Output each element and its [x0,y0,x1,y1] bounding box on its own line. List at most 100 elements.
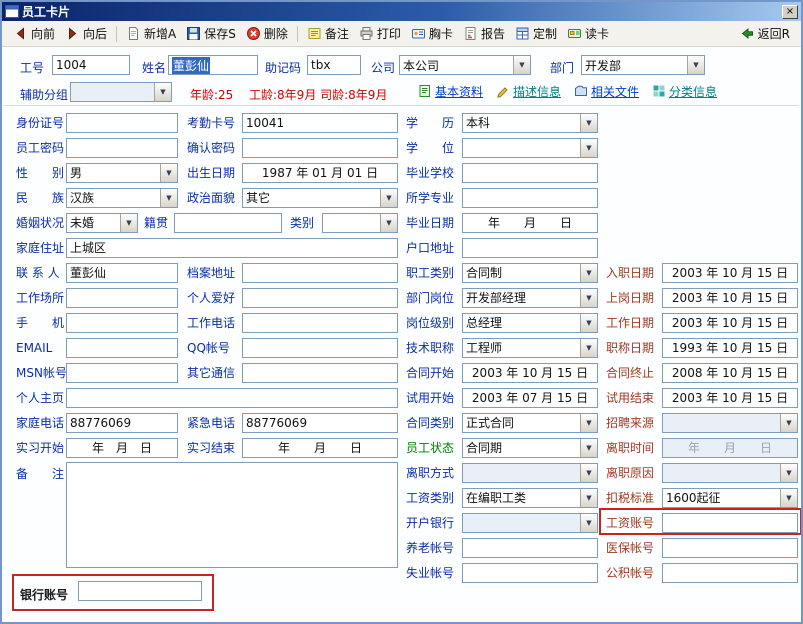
home-phone-input[interactable]: 88776069 [66,413,178,433]
degree-select-arrow-icon[interactable]: ▼ [580,139,597,157]
trial-end-field[interactable]: 2003 年 10 月 15 日 [662,388,798,408]
fund-account-input[interactable] [662,563,798,583]
mnemonic-input[interactable]: tbx [307,55,361,75]
tech-title-select-arrow-icon[interactable]: ▼ [580,339,597,357]
toolbar-return-button[interactable]: 返回R [735,23,795,44]
toolbar-next-button[interactable]: 向后 [60,23,112,44]
name-input[interactable]: 董彭仙 [168,55,258,75]
toolbar-custom-button[interactable]: 定制 [510,23,562,44]
contract-type-select-arrow-icon[interactable]: ▼ [580,414,597,432]
toolbar-note-button[interactable]: 备注 [302,23,354,44]
trial-start-field[interactable]: 2003 年 07 月 15 日 [462,388,598,408]
password-input[interactable] [66,138,178,158]
employee-status-select[interactable]: 合同期▼ [462,438,598,458]
gender-select-arrow-icon[interactable]: ▼ [160,164,177,182]
toolbar-readcard-button[interactable]: 读卡 [562,23,614,44]
salary-account-input[interactable] [662,513,798,533]
home-address-input[interactable]: 上城区 [66,238,398,258]
employee-category-select-arrow-icon[interactable]: ▼ [580,264,597,282]
aux-group-dropdown-arrow-icon[interactable]: ▼ [154,83,171,101]
unemployment-account-input[interactable] [462,563,598,583]
company-dropdown-arrow-icon[interactable]: ▼ [513,56,530,74]
post-date-field[interactable]: 2003 年 10 月 15 日 [662,288,798,308]
toolbar-badge-button[interactable]: 胸卡 [406,23,458,44]
dept-dropdown-arrow-icon[interactable]: ▼ [687,56,704,74]
msn-input[interactable] [66,363,178,383]
medical-account-input[interactable] [662,538,798,558]
toolbar-delete-button[interactable]: 删除 [241,23,293,44]
internship-start-field[interactable]: 年 月 日 [66,438,178,458]
tax-standard-select[interactable]: 1600起征▼ [662,488,798,508]
company-select[interactable]: 本公司 ▼ [399,55,531,75]
school-input[interactable] [462,163,598,183]
work-phone-input[interactable] [242,313,398,333]
emp-no-input[interactable]: 1004 [52,55,130,75]
dept-select[interactable]: 开发部 ▼ [581,55,705,75]
political-status-select-arrow-icon[interactable]: ▼ [380,189,397,207]
qq-input[interactable] [242,338,398,358]
entry-date-field[interactable]: 2003 年 10 月 15 日 [662,263,798,283]
marital-status-select-arrow-icon[interactable]: ▼ [120,214,137,232]
close-button[interactable]: × [782,5,798,19]
tax-standard-select-arrow-icon[interactable]: ▼ [780,489,797,507]
hobby-input[interactable] [242,288,398,308]
leave-reason-select[interactable]: ▼ [662,463,798,483]
work-date-field[interactable]: 2003 年 10 月 15 日 [662,313,798,333]
bank-select-arrow-icon[interactable]: ▼ [580,514,597,532]
tab-basic[interactable]: 基本资料 [418,83,483,100]
aux-group-select[interactable]: ▼ [70,82,172,102]
dept-position-select-arrow-icon[interactable]: ▼ [580,289,597,307]
leave-time-field[interactable]: 年 月 日 [662,438,798,458]
toolbar-save-button[interactable]: 保存S [181,23,241,44]
graduation-date-field[interactable]: 年 月 日 [462,213,598,233]
contract-end-field[interactable]: 2008 年 10 月 15 日 [662,363,798,383]
education-select[interactable]: 本科▼ [462,113,598,133]
tech-title-select[interactable]: 工程师▼ [462,338,598,358]
category-select[interactable]: ▼ [322,213,398,233]
ethnicity-select-arrow-icon[interactable]: ▼ [160,189,177,207]
bank-select[interactable]: ▼ [462,513,598,533]
pension-account-input[interactable] [462,538,598,558]
leave-reason-select-arrow-icon[interactable]: ▼ [780,464,797,482]
homepage-input[interactable] [66,388,398,408]
birth-date-field[interactable]: 1987 年 01 月 01 日 [242,163,398,183]
title-date-field[interactable]: 1993 年 10 月 15 日 [662,338,798,358]
confirm-password-input[interactable] [242,138,398,158]
recruit-source-select[interactable]: ▼ [662,413,798,433]
bank-account-input[interactable] [78,581,202,601]
dept-position-select[interactable]: 开发部经理▼ [462,288,598,308]
employee-status-select-arrow-icon[interactable]: ▼ [580,439,597,457]
native-place-input[interactable] [174,213,282,233]
position-level-select-arrow-icon[interactable]: ▼ [580,314,597,332]
contract-start-field[interactable]: 2003 年 10 月 15 日 [462,363,598,383]
major-input[interactable] [462,188,598,208]
internship-end-field[interactable]: 年 月 日 [242,438,398,458]
remarks-textarea[interactable] [66,462,398,568]
toolbar-prev-button[interactable]: 向前 [8,23,60,44]
leave-method-select[interactable]: ▼ [462,463,598,483]
marital-status-select[interactable]: 未婚▼ [66,213,138,233]
email-input[interactable] [66,338,178,358]
registered-address-input[interactable] [462,238,598,258]
salary-category-select[interactable]: 在编职工类▼ [462,488,598,508]
tab-class[interactable]: 分类信息 [652,83,717,100]
gender-select[interactable]: 男▼ [66,163,178,183]
mobile-input[interactable] [66,313,178,333]
id-card-input[interactable] [66,113,178,133]
tab-files[interactable]: 相关文件 [574,83,639,100]
political-status-select[interactable]: 其它▼ [242,188,398,208]
toolbar-print-button[interactable]: 打印 [354,23,406,44]
tab-desc[interactable]: 描述信息 [496,83,561,100]
toolbar-new-button[interactable]: 新增A [121,23,181,44]
leave-method-select-arrow-icon[interactable]: ▼ [580,464,597,482]
employee-category-select[interactable]: 合同制▼ [462,263,598,283]
degree-select[interactable]: ▼ [462,138,598,158]
category-select-arrow-icon[interactable]: ▼ [380,214,397,232]
emergency-phone-input[interactable]: 88776069 [242,413,398,433]
contact-input[interactable]: 董彭仙 [66,263,178,283]
salary-category-select-arrow-icon[interactable]: ▼ [580,489,597,507]
other-contact-input[interactable] [242,363,398,383]
workplace-input[interactable] [66,288,178,308]
position-level-select[interactable]: 总经理▼ [462,313,598,333]
recruit-source-select-arrow-icon[interactable]: ▼ [780,414,797,432]
